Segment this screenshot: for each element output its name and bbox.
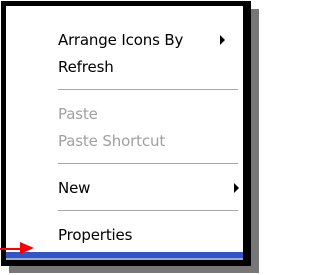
menu-item-properties[interactable]: Properties xyxy=(58,224,132,246)
red-arrow-icon xyxy=(0,242,34,254)
menu-item-paste-shortcut[interactable]: Paste Shortcut xyxy=(58,130,165,152)
menu-item-new[interactable]: New xyxy=(58,177,90,199)
menu-item-label: Arrange Icons By xyxy=(58,31,184,49)
menu-separator xyxy=(58,163,238,164)
menu-item-refresh[interactable]: Refresh xyxy=(58,56,114,78)
menu-item-paste[interactable]: Paste xyxy=(58,103,98,125)
submenu-arrow-icon xyxy=(220,35,225,45)
context-menu: Arrange Icons By Refresh Paste Paste Sho… xyxy=(6,6,243,258)
screenshot-canvas: Arrange Icons By Refresh Paste Paste Sho… xyxy=(0,0,261,275)
menu-separator xyxy=(58,89,238,90)
menu-separator xyxy=(58,210,238,211)
menu-item-label: New xyxy=(58,179,91,197)
menu-item-label: Properties xyxy=(58,226,133,244)
menu-bottom-border xyxy=(6,252,243,260)
menu-item-label: Refresh xyxy=(58,58,114,76)
menu-frame: Arrange Icons By Refresh Paste Paste Sho… xyxy=(1,1,251,266)
menu-item-arrange-icons-by[interactable]: Arrange Icons By xyxy=(58,29,183,51)
menu-item-label: Paste Shortcut xyxy=(58,132,166,150)
submenu-arrow-icon xyxy=(234,183,239,193)
menu-item-label: Paste xyxy=(58,105,98,123)
